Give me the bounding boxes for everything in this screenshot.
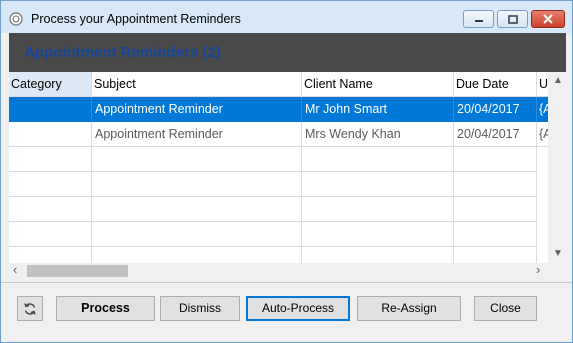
cell-extra: {A bbox=[537, 122, 548, 147]
refresh-icon bbox=[24, 303, 36, 315]
reminders-grid[interactable]: Category Subject Client Name Due Date U … bbox=[9, 72, 548, 263]
vertical-scrollbar[interactable]: ▲ ▼ bbox=[548, 72, 566, 263]
column-header-client-name[interactable]: Client Name bbox=[302, 72, 454, 97]
empty-row bbox=[9, 222, 548, 247]
cell-client-name: Mr John Smart bbox=[302, 97, 454, 122]
process-button[interactable]: Process bbox=[56, 296, 155, 321]
title-bar[interactable]: Process your Appointment Reminders bbox=[1, 1, 572, 33]
window-title: Process your Appointment Reminders bbox=[31, 12, 241, 26]
table-row[interactable]: Appointment Reminder Mr John Smart 20/04… bbox=[9, 97, 548, 122]
horizontal-scrollbar[interactable]: ‹ › bbox=[9, 263, 548, 279]
cell-due-date: 20/04/2017 bbox=[454, 97, 537, 122]
scroll-up-icon[interactable]: ▲ bbox=[553, 76, 563, 86]
cell-subject: Appointment Reminder bbox=[92, 97, 302, 122]
re-assign-button[interactable]: Re-Assign bbox=[357, 296, 461, 321]
empty-row bbox=[9, 247, 548, 263]
divider bbox=[1, 282, 572, 283]
column-header-due-date[interactable]: Due Date bbox=[454, 72, 537, 97]
horizontal-scroll-thumb[interactable] bbox=[27, 265, 128, 277]
minimize-icon bbox=[474, 20, 483, 22]
column-header-subject[interactable]: Subject bbox=[92, 72, 302, 97]
table-row[interactable]: Appointment Reminder Mrs Wendy Khan 20/0… bbox=[9, 122, 548, 147]
cell-client-name: Mrs Wendy Khan bbox=[302, 122, 454, 147]
dialog-window: Process your Appointment Reminders Appoi… bbox=[0, 0, 573, 343]
page-title: Appointment Reminders (2) bbox=[24, 44, 221, 61]
close-button[interactable]: Close bbox=[474, 296, 537, 321]
cell-category bbox=[9, 97, 92, 122]
refresh-button[interactable] bbox=[17, 296, 43, 321]
dismiss-button[interactable]: Dismiss bbox=[160, 296, 240, 321]
maximize-icon bbox=[507, 14, 518, 24]
scroll-down-icon[interactable]: ▼ bbox=[553, 249, 563, 259]
column-header-category[interactable]: Category bbox=[9, 72, 92, 97]
maximize-button[interactable] bbox=[497, 10, 528, 28]
auto-process-button[interactable]: Auto-Process bbox=[246, 296, 350, 321]
close-icon bbox=[543, 14, 553, 24]
close-window-button[interactable] bbox=[531, 10, 565, 28]
scrollbar-corner bbox=[548, 263, 566, 279]
app-icon bbox=[9, 12, 23, 26]
empty-row bbox=[9, 197, 548, 222]
scroll-right-icon[interactable]: › bbox=[536, 263, 540, 276]
empty-row bbox=[9, 172, 548, 197]
minimize-button[interactable] bbox=[463, 10, 494, 28]
cell-subject: Appointment Reminder bbox=[92, 122, 302, 147]
cell-extra: {A bbox=[537, 97, 548, 122]
header-band: Appointment Reminders (2) bbox=[9, 33, 566, 72]
empty-row bbox=[9, 147, 548, 172]
cell-due-date: 20/04/2017 bbox=[454, 122, 537, 147]
cell-category bbox=[9, 122, 92, 147]
column-header-extra[interactable]: U bbox=[537, 72, 548, 97]
scroll-left-icon[interactable]: ‹ bbox=[13, 263, 17, 276]
